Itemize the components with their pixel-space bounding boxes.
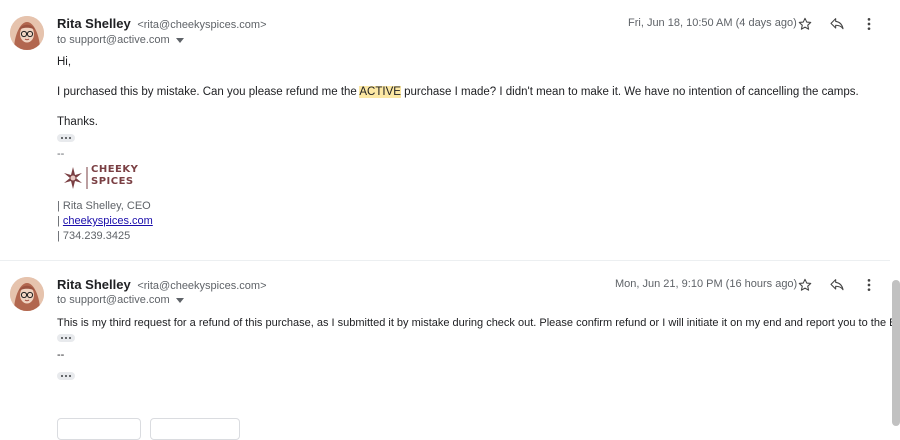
reply-button[interactable]	[57, 418, 141, 440]
message-date: Mon, Jun 21, 9:10 PM (16 hours ago)	[615, 278, 798, 290]
message-body: This is my third request for a refund of…	[57, 317, 900, 329]
scrollbar[interactable]	[892, 280, 900, 426]
sender-line: Rita Shelley <rita@cheekyspices.com>	[57, 277, 267, 292]
message-1: Rita Shelley <rita@cheekyspices.com> to …	[0, 0, 890, 260]
sender-email: <rita@cheekyspices.com>	[137, 280, 267, 292]
message-body: I purchased this by mistake. Can you ple…	[57, 86, 859, 98]
caret-down-icon[interactable]	[175, 297, 184, 303]
website-link[interactable]: cheekyspices.com	[63, 215, 153, 227]
message-2: Rita Shelley <rita@cheekyspices.com> to …	[0, 261, 900, 426]
sender-line: Rita Shelley <rita@cheekyspices.com>	[57, 16, 267, 31]
recipient-text: to support@active.com	[57, 34, 170, 46]
reply-icon[interactable]	[827, 275, 847, 295]
greeting: Hi,	[57, 56, 72, 68]
avatar[interactable]	[10, 277, 44, 311]
signature-name: | Rita Shelley, CEO	[57, 200, 151, 212]
caret-down-icon[interactable]	[175, 37, 184, 43]
logo-text: CHEEKY SPICES	[91, 164, 139, 187]
ellipsis-icon[interactable]	[57, 134, 75, 142]
sender-email: <rita@cheekyspices.com>	[137, 19, 267, 31]
sender-name[interactable]: Rita Shelley	[57, 277, 131, 292]
logo: CHEEKY SPICES	[60, 164, 139, 192]
signature-dash: --	[57, 349, 65, 361]
forward-button[interactable]	[150, 418, 240, 440]
reply-icon[interactable]	[827, 14, 847, 34]
signature-phone: | 734.239.3425	[57, 230, 131, 242]
more-vert-icon[interactable]	[859, 275, 879, 295]
avatar[interactable]	[10, 16, 44, 50]
recipient-text: to support@active.com	[57, 294, 170, 306]
signature-link-line: | cheekyspices.com	[57, 215, 153, 227]
ellipsis-icon[interactable]	[57, 334, 75, 342]
sender-name[interactable]: Rita Shelley	[57, 16, 131, 31]
more-vert-icon[interactable]	[859, 14, 879, 34]
closing: Thanks.	[57, 116, 98, 128]
star-icon[interactable]	[795, 14, 815, 34]
ellipsis-icon[interactable]	[57, 372, 75, 380]
star-icon[interactable]	[795, 275, 815, 295]
message-date: Fri, Jun 18, 10:50 AM (4 days ago)	[628, 17, 797, 29]
body-text-1: I purchased this by mistake. Can you ple…	[57, 86, 360, 98]
body-text-2: purchase I made? I didn't mean to make i…	[400, 86, 859, 98]
signature-dash: --	[57, 148, 65, 160]
recipient-line[interactable]: to support@active.com	[57, 294, 184, 306]
highlighted-term: ACTIVE	[359, 86, 401, 98]
recipient-line[interactable]: to support@active.com	[57, 34, 184, 46]
